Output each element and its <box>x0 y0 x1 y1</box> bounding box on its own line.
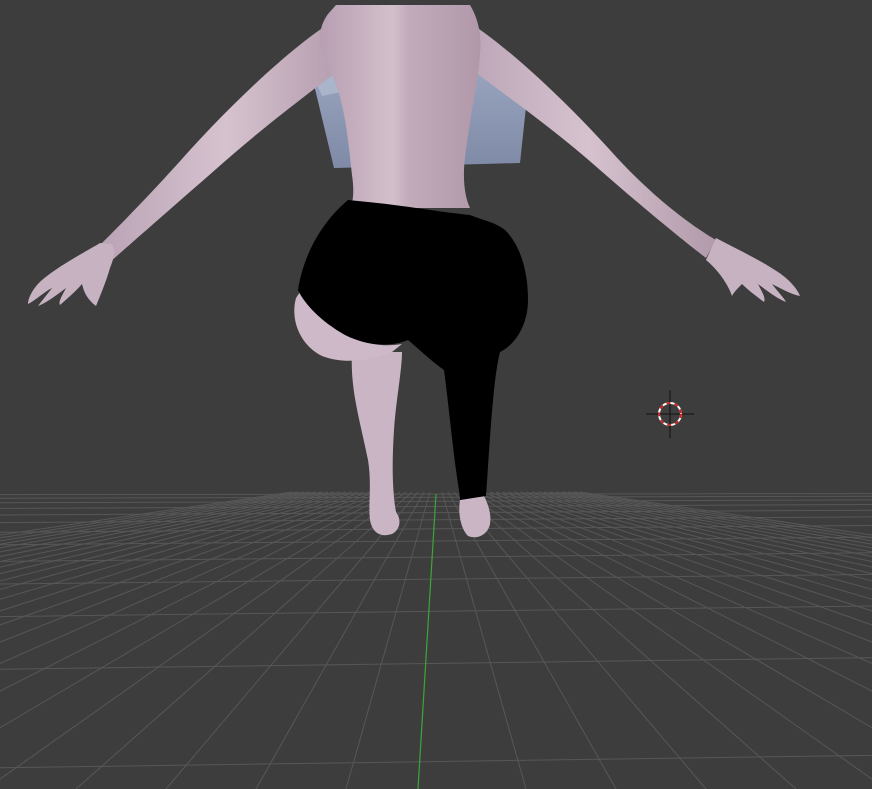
grid-line <box>0 491 365 600</box>
3d-viewport[interactable] <box>0 0 872 789</box>
grid-line <box>0 491 359 590</box>
grid-line <box>0 491 371 612</box>
y-axis-line <box>417 493 437 789</box>
grid-line <box>0 504 872 509</box>
grid-line <box>465 491 872 780</box>
grid-line <box>0 491 377 626</box>
grid-line <box>165 491 419 789</box>
floor-grid <box>0 491 872 789</box>
character-mesh[interactable] <box>28 5 800 538</box>
grid-line <box>0 491 335 562</box>
grid-line <box>0 509 872 516</box>
grid-line <box>501 491 872 612</box>
3d-cursor-icon[interactable] <box>646 390 694 438</box>
grid-line <box>0 754 872 769</box>
grid-line <box>537 491 872 562</box>
grid-line <box>0 605 872 618</box>
grid-line <box>345 491 431 789</box>
grid-line <box>507 491 872 600</box>
grid-line <box>75 491 413 789</box>
grid-line <box>453 491 707 789</box>
grid-line <box>255 491 425 789</box>
viewport-canvas[interactable] <box>0 0 872 789</box>
grid-line <box>0 491 395 692</box>
grid-line <box>477 491 872 692</box>
grid-line <box>459 491 797 789</box>
grid-line <box>0 657 872 670</box>
grid-line <box>495 491 872 626</box>
grid-line <box>513 491 872 590</box>
grid-line <box>441 491 527 789</box>
grid-line <box>0 491 407 780</box>
